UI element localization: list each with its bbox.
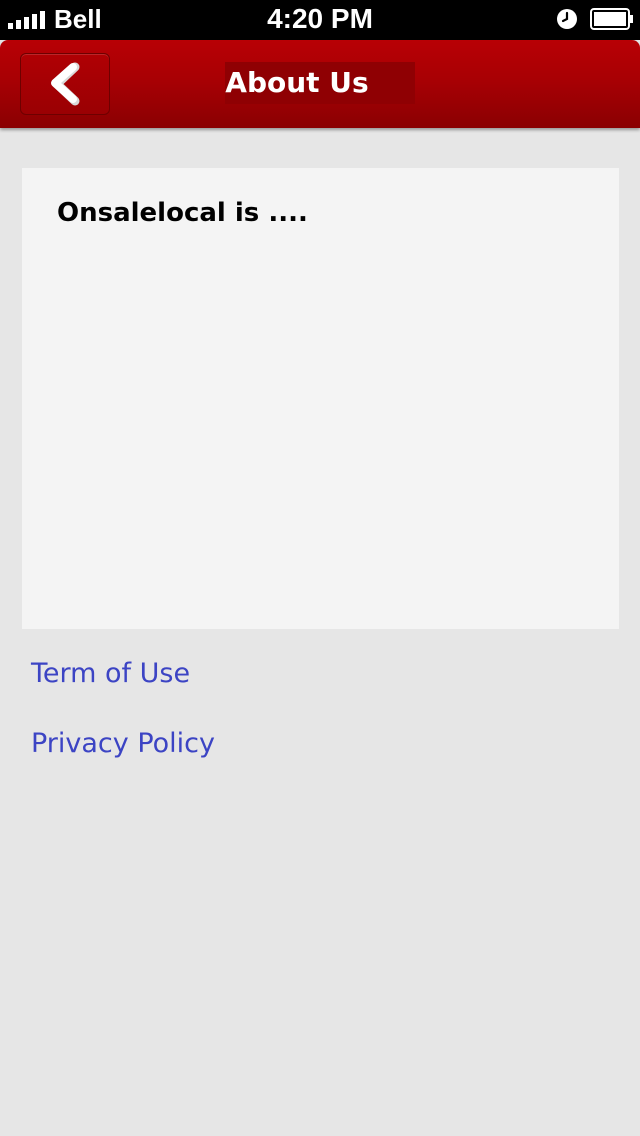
about-text: Onsalelocal is .... [57, 198, 308, 228]
terms-of-use-link[interactable]: Term of Use [31, 658, 190, 689]
page-title: About Us [225, 66, 369, 99]
privacy-policy-link[interactable]: Privacy Policy [31, 728, 215, 759]
about-content-card: Onsalelocal is .... [22, 168, 619, 629]
navigation-bar: About Us [0, 40, 640, 128]
alarm-icon [557, 9, 577, 29]
status-bar: Bell 4:20 PM [0, 0, 640, 40]
battery-icon [590, 8, 633, 30]
status-time: 4:20 PM [267, 3, 373, 34]
